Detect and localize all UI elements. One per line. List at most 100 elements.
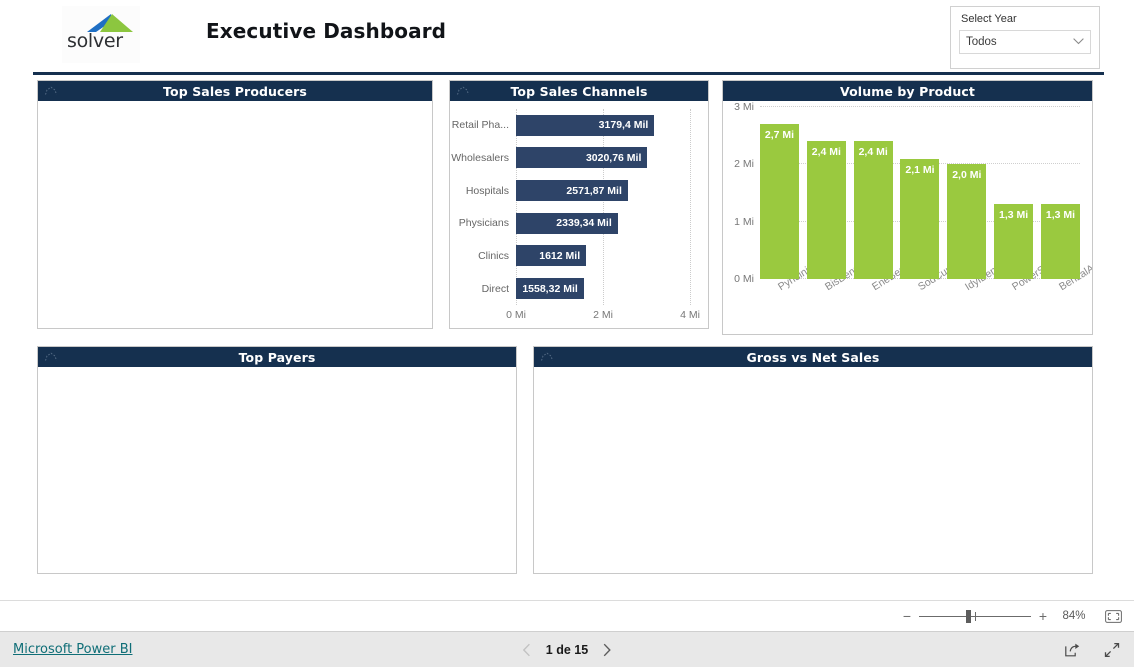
column-value-label: 2,4 Mi [858,146,888,159]
share-icon[interactable] [1064,642,1080,658]
visual-title: Gross vs Net Sales [746,349,880,365]
column[interactable]: 2,0 Mi [947,164,987,279]
focus-mode-icon[interactable] [44,351,58,363]
column-value-label: 2,1 Mi [905,163,935,176]
column[interactable]: 2,4 Mi [806,141,846,279]
visual-body-empty [38,367,516,573]
bar[interactable]: 2571,87 Mil [516,180,628,202]
visual-title: Top Payers [238,349,316,365]
x-axis-label-slot: BenzalAce [1041,256,1092,333]
microsoft-power-bi-link[interactable]: Microsoft Power BI [13,642,132,657]
select-year-slicer[interactable]: Select Year Todos [950,6,1100,69]
focus-mode-icon[interactable] [540,351,554,363]
column[interactable]: 1,3 Mi [1040,204,1080,279]
x-axis-label-slot: BisBenzene [807,253,877,333]
zoom-slider-notch [975,611,976,621]
x-axis-label-slot: SodCumene [900,252,972,333]
y-axis-tick: 1 Mi [734,215,754,228]
report-header: solver Executive Dashboard Select Year T… [0,0,1134,78]
zoom-slider[interactable] [919,609,1031,623]
bar-row[interactable]: Wholesalers 3020,76 Mil [451,147,690,169]
column-value-label: 2,4 Mi [811,146,841,159]
zoom-in-button[interactable]: + [1035,609,1051,623]
visual-body: 2,7 Mi 2,4 Mi 2,4 Mi 2,1 Mi 2,0 Mi 1,3 Mi 1,3 … [723,101,1092,334]
x-axis-label-slot: IdylBenAce [947,255,1014,333]
page-navigation: 1 de 15 [522,643,612,657]
power-bi-report-view: solver Executive Dashboard Select Year T… [0,0,1134,667]
visual-top-sales-producers[interactable]: Top Sales Producers [37,80,433,329]
column-value-label: 2,7 Mi [764,129,795,142]
x-axis: 0 Mi 2 Mi 4 Mi [506,305,700,325]
bar-row[interactable]: Direct 1558,32 Mil [482,278,690,300]
bar-value-label: 2571,87 Mil [566,184,622,197]
y-axis-tick: 3 Mi [734,101,754,113]
report-footer: Microsoft Power BI 1 de 15 [0,631,1134,667]
bar[interactable]: 1612 Mil [516,245,587,267]
bar-row[interactable]: Clinics 1612 Mil [478,245,690,267]
column[interactable]: 2,7 Mi [760,124,799,279]
visual-header: Top Sales Producers [38,81,432,101]
bar-value-label: 1612 Mil [539,249,581,262]
select-year-dropdown[interactable]: Todos [959,30,1091,54]
bar-value-label: 2339,34 Mil [556,217,612,230]
visual-gross-vs-net-sales[interactable]: Gross vs Net Sales [533,346,1093,574]
x-axis-label-slot: PowerSulpho [994,250,1069,333]
footer-actions [1064,642,1120,658]
gridline [690,109,691,305]
column-chart: 2,7 Mi 2,4 Mi 2,4 Mi 2,1 Mi 2,0 Mi 1,3 Mi 1,3 … [723,101,1092,334]
chevron-left-icon[interactable] [522,643,532,657]
y-axis-tick: 0 Mi [734,273,754,285]
page-title: Executive Dashboard [206,19,447,43]
column[interactable]: 1,3 Mi [994,204,1034,279]
visual-top-payers[interactable]: Top Payers [37,346,517,574]
bar[interactable]: 3020,76 Mil [516,147,648,169]
bar-row[interactable]: Hospitals 2571,87 Mil [466,180,690,202]
category-label: Direct [481,282,509,295]
bar[interactable]: 1558,32 Mil [516,278,584,300]
bar-row[interactable]: Retail Pha... 3179,4 Mil [452,114,690,136]
chevron-down-icon[interactable] [1073,38,1084,45]
x-axis-tick: 2 Mi [593,309,613,321]
horizontal-bar-chart: Retail Pha... 3179,4 Mil Wholesalers 3020,7… [450,101,708,328]
columns: 2,7 Mi 2,4 Mi 2,4 Mi 2,1 Mi 2,0 Mi 1,3 Mi 1,3 … [760,107,1080,279]
visual-title: Top Sales Producers [163,83,307,99]
category-label: Clinics [478,249,509,262]
visual-header: Gross vs Net Sales [534,347,1092,367]
select-year-value: Todos [966,36,997,48]
plot-area: 2,7 Mi 2,4 Mi 2,4 Mi 2,1 Mi 2,0 Mi 1,3 Mi 1,3 … [734,101,1080,285]
zoom-percent-label: 84% [1062,610,1086,622]
zoom-out-button[interactable]: − [899,609,915,623]
report-canvas: Top Sales Producers Top Sales Channels R… [0,78,1134,600]
plot-area: Retail Pha... 3179,4 Mil Wholesalers 3020,7… [451,109,691,305]
solver-logo-wordmark: solver [67,29,123,52]
chevron-right-icon[interactable] [602,643,612,657]
focus-mode-icon[interactable] [456,85,470,97]
y-axis-tick: 2 Mi [734,158,754,171]
column-value-label: 2,0 Mi [952,169,982,182]
column[interactable]: 2,1 Mi [900,158,940,279]
visual-title: Top Sales Channels [510,83,648,99]
fit-to-page-icon[interactable] [1105,609,1122,623]
column-value-label: 1,3 Mi [1045,209,1076,222]
column[interactable]: 2,4 Mi [853,141,893,279]
bar-value-label: 3020,76 Mil [585,151,642,164]
zoom-slider-handle[interactable] [966,609,972,623]
bar[interactable]: 2339,34 Mil [516,212,618,234]
category-label: Physicians [458,217,509,230]
x-axis-tick: 4 Mi [680,309,700,321]
category-label: Wholesalers [451,151,509,164]
bar-rows: Retail Pha... 3179,4 Mil Wholesalers 3020,7… [451,109,690,305]
visual-body: Retail Pha... 3179,4 Mil Wholesalers 3020,7… [450,101,708,328]
visual-top-sales-channels[interactable]: Top Sales Channels Retail Pha... 3179,4 M… [449,80,709,329]
fullscreen-icon[interactable] [1104,642,1120,658]
category-label: Hospitals [465,184,509,197]
zoom-toolbar: − + 84% [0,600,1134,631]
solver-logo: solver [62,6,140,63]
category-label: Retail Pha... [451,119,509,132]
visual-header: Top Payers [38,347,516,367]
visual-header: Volume by Product [723,81,1092,101]
visual-volume-by-product[interactable]: Volume by Product 2,7 Mi 2,4 Mi 2,4 Mi 2,1 … [722,80,1093,335]
bar[interactable]: 3179,4 Mil [516,114,655,136]
bar-row[interactable]: Physicians 2339,34 Mil [459,212,690,234]
focus-mode-icon[interactable] [44,85,58,97]
